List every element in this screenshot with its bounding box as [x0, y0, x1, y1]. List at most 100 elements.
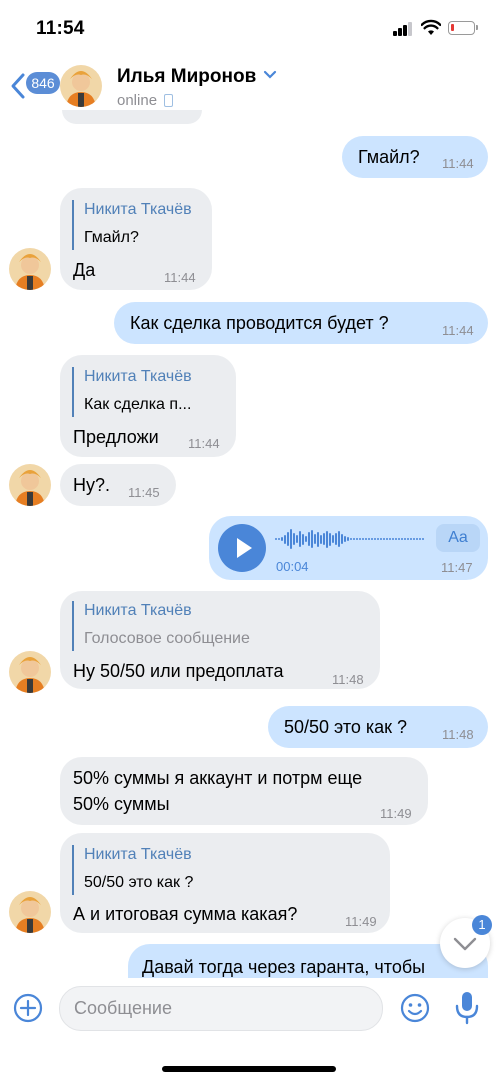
message-time: 11:44 [188, 436, 220, 451]
sender-avatar[interactable] [9, 891, 51, 933]
message-bubble-incoming[interactable]: Ну?. 11:45 [60, 464, 176, 506]
waveform-bar [317, 531, 319, 547]
sender-avatar[interactable] [9, 248, 51, 290]
message-text-line-2: 50% суммы [73, 794, 170, 814]
message-time: 11:44 [442, 156, 474, 171]
waveform-bar [275, 538, 277, 540]
message-text: А и итоговая сумма какая? [73, 904, 298, 924]
waveform-bar [383, 538, 385, 540]
sender-avatar[interactable] [9, 464, 51, 506]
waveform-bar [365, 538, 367, 540]
waveform-bar [404, 538, 406, 540]
chevron-down-icon[interactable] [263, 70, 277, 80]
reply-quote[interactable]: Никита Ткачёв Как сделка п... [72, 367, 192, 417]
reply-text: Как сделка п... [84, 396, 192, 413]
waveform-bar [386, 538, 388, 540]
waveform-bar [413, 538, 415, 540]
waveform-bar [401, 538, 403, 540]
reply-quote[interactable]: Никита Ткачёв Голосовое сообщение [72, 601, 250, 651]
play-icon [237, 538, 252, 558]
message-bubble-incoming[interactable]: 50% суммы я аккаунт и потрм еще 50% сумм… [60, 757, 428, 825]
waveform-bar [416, 538, 418, 540]
waveform-bar [326, 530, 328, 548]
waveform-bar [305, 536, 307, 542]
waveform-bar [398, 538, 400, 540]
waveform-bar [344, 536, 346, 542]
message-text-line-1: 50% суммы я аккаунт и потрм еще [73, 768, 363, 788]
reply-text: Гмайл? [84, 229, 139, 246]
back-button[interactable]: 846 [10, 62, 60, 106]
wifi-icon [420, 19, 442, 36]
reply-author: Никита Ткачёв [84, 602, 192, 619]
waveform-bar [290, 529, 292, 549]
waveform-bar [407, 538, 409, 540]
add-attachment-icon[interactable] [12, 992, 44, 1024]
voice-duration: 00:04 [276, 559, 309, 574]
waveform-bar [371, 538, 373, 540]
sender-avatar[interactable] [9, 651, 51, 693]
waveform-bar [329, 532, 331, 546]
message-time: 11:48 [442, 727, 474, 742]
back-chevron-icon [11, 73, 25, 99]
waveform-bar [338, 531, 340, 547]
waveform-bar [350, 538, 352, 540]
battery-icon [448, 21, 478, 35]
message-bubble-partial [62, 110, 202, 124]
waveform-bar [302, 533, 304, 545]
voice-message-bubble[interactable]: 00:04 Aa 11:47 [209, 516, 488, 580]
reply-author: Никита Ткачёв [84, 201, 192, 218]
message-text: Ну 50/50 или предоплата [73, 661, 284, 681]
contact-avatar[interactable] [60, 65, 102, 107]
message-bubble-incoming[interactable]: Никита Ткачёв Гмайл? Да 11:44 [60, 188, 212, 290]
waveform-bar [293, 533, 295, 545]
waveform-bar [296, 535, 298, 543]
message-bubble-incoming[interactable]: Никита Ткачёв Голосовое сообщение Ну 50/… [60, 591, 380, 689]
home-indicator [162, 1066, 336, 1072]
waveform-bar [353, 538, 355, 540]
signal-icon [393, 22, 413, 36]
message-composer: Сообщение [0, 978, 499, 1080]
waveform-bar [320, 534, 322, 544]
new-messages-count: 1 [472, 915, 492, 935]
waveform-bar [311, 530, 313, 548]
waveform-bar [377, 538, 379, 540]
mobile-icon [164, 94, 173, 107]
waveform-bar [374, 538, 376, 540]
waveform-bar [287, 532, 289, 546]
message-time: 11:49 [345, 914, 377, 929]
message-bubble-incoming[interactable]: Никита Ткачёв 50/50 это как ? А и итогов… [60, 833, 390, 933]
waveform-bar [332, 535, 334, 543]
message-input-placeholder: Сообщение [74, 998, 172, 1018]
message-input[interactable]: Сообщение [59, 986, 383, 1031]
contact-status: online [117, 92, 158, 109]
waveform-bar [389, 538, 391, 540]
message-text: Да [73, 260, 96, 280]
waveform-bar [314, 534, 316, 544]
play-button[interactable] [218, 524, 266, 572]
message-bubble-outgoing[interactable]: 50/50 это как ? 11:48 [268, 706, 488, 748]
waveform-bar [395, 538, 397, 540]
waveform-bar [410, 538, 412, 540]
voice-waveform[interactable] [275, 528, 425, 550]
reply-text: Голосовое сообщение [84, 630, 250, 647]
waveform-bar [347, 537, 349, 541]
message-time: 11:47 [441, 560, 473, 575]
transcribe-button[interactable]: Aa [436, 524, 480, 552]
waveform-bar [335, 533, 337, 545]
reply-author: Никита Ткачёв [84, 846, 192, 863]
contact-name[interactable]: Илья Миронов [117, 66, 256, 88]
waveform-bar [362, 538, 364, 540]
message-text: Давай тогда через гаранта, чтобы [142, 957, 426, 977]
microphone-icon[interactable] [453, 990, 481, 1026]
waveform-bar [359, 538, 361, 540]
message-bubble-incoming[interactable]: Никита Ткачёв Как сделка п... Предложи 1… [60, 355, 236, 457]
status-time: 11:54 [36, 18, 85, 39]
reply-quote[interactable]: Никита Ткачёв Гмайл? [72, 200, 192, 250]
waveform-bar [308, 532, 310, 546]
reply-quote[interactable]: Никита Ткачёв 50/50 это как ? [72, 845, 193, 895]
message-text: Предложи [73, 427, 159, 447]
message-bubble-outgoing[interactable]: Как сделка проводится будет ? 11:44 [114, 302, 488, 344]
emoji-icon[interactable] [399, 992, 431, 1024]
message-bubble-outgoing[interactable]: Гмайл? 11:44 [342, 136, 488, 178]
reply-text: 50/50 это как ? [84, 874, 194, 891]
